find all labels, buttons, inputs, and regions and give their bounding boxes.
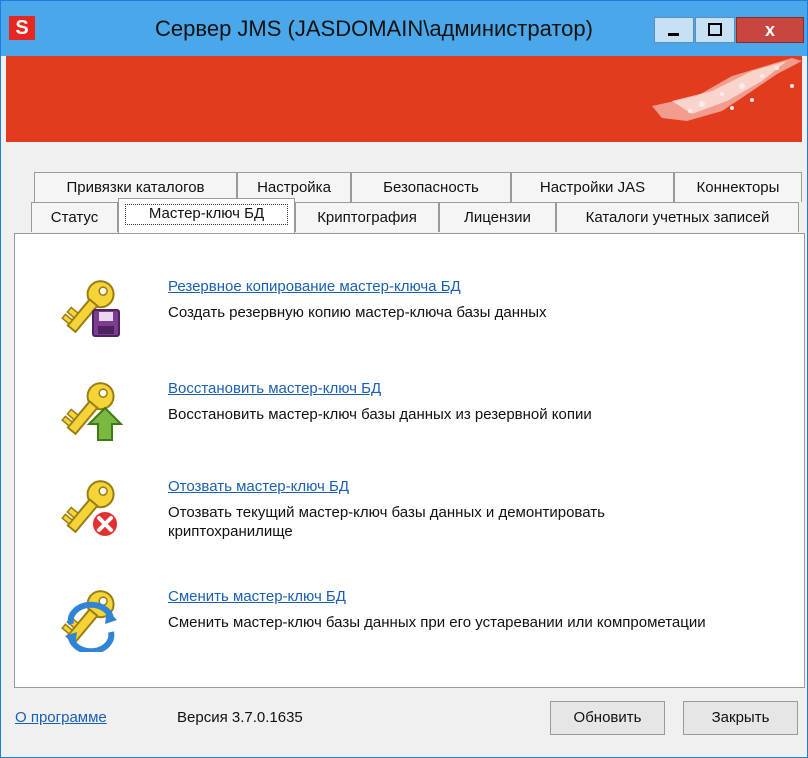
tab-security[interactable]: Безопасность [351,172,511,202]
key-up-arrow-icon [61,382,123,441]
tab-cryptography[interactable]: Криптография [295,202,439,232]
tab-licenses[interactable]: Лицензии [439,202,556,232]
tab-connectors[interactable]: Коннекторы [674,172,802,202]
revoke-master-key-link[interactable]: Отозвать мастер-ключ БД [168,478,349,495]
tab-panel: Привязки каталогов Настройка Безопасност… [6,142,805,754]
title-bar[interactable]: S Сервер JMS (JASDOMAIN\администратор) x [1,1,807,56]
banner-texture-icon [652,58,802,121]
refresh-button[interactable]: Обновить [550,701,665,735]
backup-description: Создать резервную копию мастер-ключа баз… [168,304,547,321]
close-button[interactable]: Закрыть [683,701,798,735]
restore-master-key-link[interactable]: Восстановить мастер-ключ БД [168,380,381,397]
close-window-button[interactable]: x [736,17,804,43]
key-refresh-icon [61,590,117,652]
tab-db-master-key[interactable]: Мастер-ключ БД [118,198,295,233]
change-master-key-link[interactable]: Сменить мастер-ключ БД [168,588,346,605]
tab-status[interactable]: Статус [31,202,118,232]
about-link[interactable]: О программе [15,709,107,726]
minimize-button[interactable] [654,17,694,43]
version-label: Версия 3.7.0.1635 [177,709,303,726]
key-revoke-icon [61,480,119,538]
backup-master-key-link[interactable]: Резервное копирование мастер-ключа БД [168,278,461,295]
tab-account-catalogs[interactable]: Каталоги учетных записей [556,202,799,232]
tab-jas-settings[interactable]: Настройки JAS [511,172,674,202]
change-description: Сменить мастер-ключ базы данных при его … [168,614,706,631]
restore-description: Восстановить мастер-ключ базы данных из … [168,406,592,423]
master-key-page: Резервное копирование мастер-ключа БД Со… [14,233,805,688]
maximize-button[interactable] [695,17,735,43]
revoke-description: Отозвать текущий мастер-ключ базы данных… [168,504,605,540]
key-floppy-icon [61,280,120,337]
main-window: S Сервер JMS (JASDOMAIN\администратор) x… [0,0,808,758]
header-banner [6,56,802,142]
